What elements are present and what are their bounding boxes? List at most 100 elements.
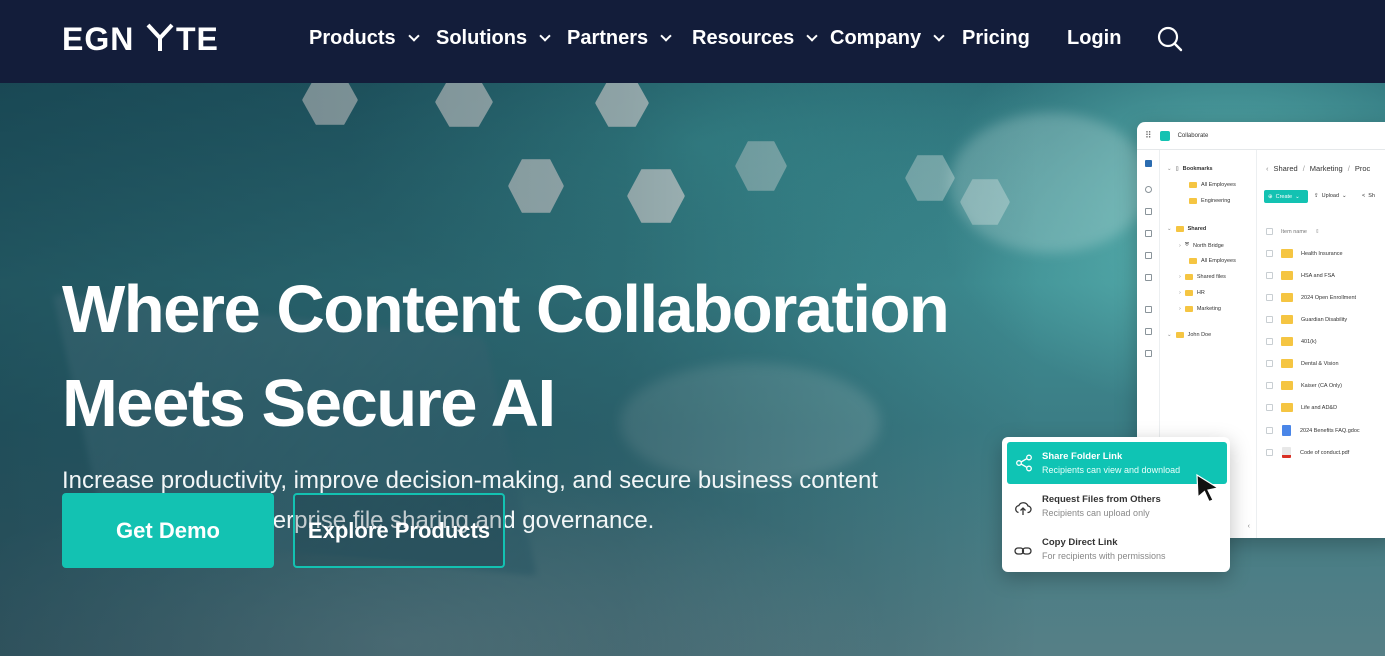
row-checkbox[interactable]	[1266, 404, 1273, 411]
share-button[interactable]: < Sh	[1362, 193, 1375, 199]
nav-partners-label: Partners	[567, 26, 649, 49]
file-row[interactable]: Guardian Disability	[1266, 315, 1347, 324]
upload-label: Upload	[1321, 193, 1340, 199]
tree-label: All Employees	[1201, 182, 1236, 188]
nav-company[interactable]: Company	[830, 25, 945, 51]
trash-icon	[1145, 274, 1152, 281]
tree-item[interactable]: All Employees	[1189, 258, 1236, 264]
folder-icon	[1281, 381, 1293, 390]
tree-label: Marketing	[1196, 306, 1221, 312]
egnyte-logo[interactable]: EGN TE	[62, 21, 232, 55]
tree-item[interactable]: › Marketing	[1179, 306, 1221, 312]
svg-text:TE: TE	[176, 21, 219, 55]
share-menu: Share Folder Link Recipients can view an…	[1002, 437, 1230, 572]
file-row[interactable]: Life and AD&D	[1266, 403, 1337, 412]
breadcrumb-item[interactable]: Marketing	[1310, 164, 1343, 173]
folder-icon	[1184, 290, 1193, 296]
share-icon: <	[1362, 193, 1366, 199]
file-row[interactable]: 401(k)	[1266, 337, 1317, 346]
file-name: Health Insurance	[1301, 250, 1343, 257]
nav-solutions-label: Solutions	[436, 26, 528, 49]
option-title: Request Files from Others	[1042, 494, 1161, 505]
nav-partners[interactable]: Partners	[567, 25, 672, 51]
tree-shared[interactable]: ⌄ Shared	[1167, 226, 1206, 232]
upload-button[interactable]: ⇪ Upload ⌄	[1314, 193, 1347, 199]
column-header: Item name ⇕	[1266, 228, 1320, 235]
row-checkbox[interactable]	[1266, 316, 1273, 323]
file-row[interactable]: Health Insurance	[1266, 249, 1343, 258]
tree-user[interactable]: ⌄ John Doe	[1167, 332, 1211, 338]
share-icon	[1016, 454, 1032, 472]
breadcrumb-item[interactable]: Shared	[1274, 164, 1298, 173]
copy-direct-link-option[interactable]: Copy Direct Link For recipients with per…	[1002, 530, 1230, 572]
app-name: Collaborate	[1177, 132, 1209, 139]
row-checkbox[interactable]	[1266, 338, 1273, 345]
chevron-down-icon	[933, 29, 945, 42]
nav-products-label: Products	[309, 26, 396, 49]
tree-label: Bookmarks	[1182, 166, 1213, 172]
create-button[interactable]: ⊕ Create ⌄	[1264, 190, 1308, 203]
folder-icon	[1281, 337, 1293, 346]
folder-icon	[1175, 226, 1184, 232]
hero-headline: Where Content Collaboration Meets Secure…	[62, 263, 1022, 451]
doc-icon	[1145, 208, 1152, 215]
breadcrumb-item[interactable]: Proc	[1355, 164, 1370, 173]
tree-item[interactable]: All Employees	[1189, 182, 1236, 188]
chevron-down-icon	[408, 29, 420, 42]
tree-item[interactable]: › HR	[1179, 290, 1205, 296]
calendar-icon	[1145, 328, 1152, 335]
upload-cloud-icon	[1015, 502, 1032, 515]
option-subtitle: Recipients can upload only	[1042, 508, 1150, 518]
upload-icon: ⇪	[1314, 193, 1319, 199]
mouse-cursor-icon	[1196, 473, 1220, 503]
subtext-line-1: Increase productivity, improve decision-…	[62, 467, 878, 494]
folder-icon	[1175, 332, 1184, 338]
row-checkbox[interactable]	[1266, 360, 1273, 367]
tree-label: Shared files	[1196, 274, 1226, 280]
app-header: ⠿ Collaborate	[1137, 122, 1385, 150]
folder-icon	[1189, 182, 1197, 188]
collapse-icon[interactable]: ‹	[1248, 523, 1250, 530]
nav-products[interactable]: Products	[309, 25, 420, 51]
folder-icon	[1189, 198, 1197, 204]
nav-solutions[interactable]: Solutions	[436, 25, 551, 51]
row-checkbox[interactable]	[1266, 294, 1273, 301]
file-row[interactable]: 2024 Benefits FAQ.gdoc	[1266, 425, 1360, 436]
link-icon	[1014, 547, 1032, 555]
tree-item[interactable]: Engineering	[1189, 198, 1230, 204]
get-demo-button[interactable]: Get Demo	[62, 493, 274, 568]
tree-item[interactable]: › Shared files	[1179, 274, 1226, 280]
file-name: Code of conduct.pdf	[1300, 449, 1350, 456]
nav-resources[interactable]: Resources	[692, 25, 818, 51]
row-checkbox[interactable]	[1266, 382, 1273, 389]
tree-label: North Bridge	[1192, 242, 1224, 249]
row-checkbox[interactable]	[1266, 272, 1273, 279]
explore-products-button[interactable]: Explore Products	[293, 493, 505, 568]
egnyte-logo-mark: EGN TE	[62, 21, 219, 55]
row-checkbox[interactable]	[1266, 250, 1273, 257]
file-row[interactable]: Kaiser (CA Only)	[1266, 381, 1342, 390]
breadcrumb: ‹ Shared / Marketing / Proc	[1266, 164, 1371, 173]
search-icon[interactable]	[1157, 26, 1183, 52]
column-header-label[interactable]: Item name	[1281, 229, 1307, 235]
folder-icon	[1281, 403, 1293, 412]
tree-item[interactable]: › ⛨ North Bridge	[1179, 242, 1224, 249]
option-title: Share Folder Link	[1042, 451, 1123, 462]
headline-line-1: Where Content Collaboration	[62, 272, 950, 347]
nav-pricing[interactable]: Pricing	[962, 25, 1030, 51]
link-icon	[1145, 230, 1152, 237]
bookmark-icon: ▯	[1175, 166, 1179, 172]
file-row[interactable]: 2024 Open Enrollment	[1266, 293, 1356, 302]
collaborate-logo-icon	[1159, 130, 1170, 141]
share-folder-link-option[interactable]: Share Folder Link Recipients can view an…	[1007, 442, 1227, 484]
file-row[interactable]: HSA and FSA	[1266, 271, 1335, 280]
file-row[interactable]: Dental & Vision	[1266, 359, 1339, 368]
row-checkbox[interactable]	[1266, 427, 1273, 434]
tree-bookmarks[interactable]: ⌄ ▯ Bookmarks	[1167, 166, 1213, 172]
folder-icon	[1189, 258, 1197, 264]
select-all-checkbox[interactable]	[1266, 228, 1273, 235]
file-row[interactable]: Code of conduct.pdf	[1266, 447, 1349, 458]
row-checkbox[interactable]	[1266, 449, 1273, 456]
folder-icon	[1281, 315, 1293, 324]
nav-login[interactable]: Login	[1067, 25, 1121, 51]
